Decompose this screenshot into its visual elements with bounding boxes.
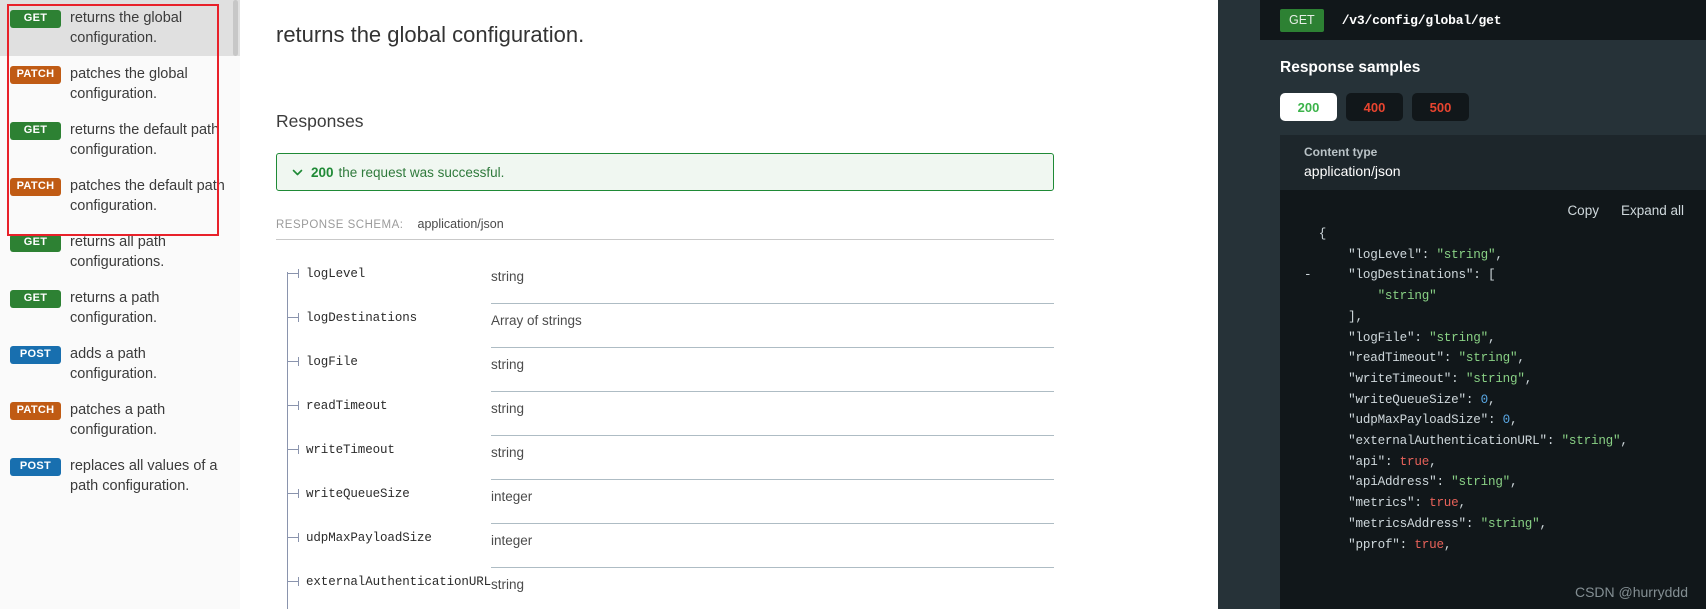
- main-content: returns the global configuration. Respon…: [240, 0, 1218, 609]
- sidebar-item-method-badge: POST: [10, 458, 61, 476]
- responses-heading: Responses: [276, 111, 364, 131]
- sidebar-item-method-badge: GET: [10, 122, 61, 140]
- response-schema-content-type[interactable]: application/json: [418, 217, 504, 231]
- response-sample-tab-200[interactable]: 200: [1280, 93, 1337, 121]
- code-actions: Copy Expand all: [1280, 190, 1706, 218]
- sidebar[interactable]: GET returns the global configuration. PATC…: [0, 0, 240, 609]
- sidebar-item-label: patches a path configuration.: [70, 402, 166, 438]
- schema-field-name: logDestinations: [276, 304, 491, 325]
- sidebar-item-label: returns the global configuration.: [70, 10, 183, 46]
- sidebar-item-label: patches the default path configuration.: [70, 178, 225, 214]
- page-title: returns the global configuration.: [276, 22, 585, 47]
- sidebar-item-label: patches the global configuration.: [70, 66, 188, 102]
- schema-field-name: readTimeout: [276, 392, 491, 413]
- api-docs-page: GET returns the global configuration. PATC…: [0, 0, 1706, 609]
- content-type-label: Content type: [1304, 145, 1378, 159]
- endpoint-url-bar: GET /v3/config/global/get: [1260, 0, 1706, 40]
- right-panel: GET /v3/config/global/get Response sampl…: [1218, 0, 1706, 609]
- sidebar-item-5[interactable]: GET returns a path configuration.: [0, 280, 240, 336]
- schema-field-type: string: [491, 260, 1054, 304]
- content-type-value[interactable]: application/json: [1304, 163, 1706, 179]
- schema-field-row: writeQueueSize integer: [276, 480, 1054, 524]
- schema-field-name: externalAuthenticationURL: [276, 568, 491, 589]
- response-sample-body: Content type application/json Copy Expan…: [1280, 135, 1706, 609]
- sidebar-item-7[interactable]: PATCH patches a path configuration.: [0, 392, 240, 448]
- schema-field-row: externalAuthenticationURL string: [276, 568, 1054, 609]
- json-sample-code[interactable]: { "logLevel": "string", - "logDestinatio…: [1280, 224, 1706, 555]
- sidebar-item-label: returns the default path configuration.: [70, 122, 220, 158]
- schema-field-type: string: [491, 568, 1054, 609]
- schema-field-type: string: [491, 348, 1054, 392]
- schema-field-type: string: [491, 392, 1054, 436]
- schema-field-row: logLevel string: [276, 260, 1054, 304]
- sidebar-item-method-badge: POST: [10, 346, 61, 364]
- watermark: CSDN @hurryddd: [1574, 584, 1688, 600]
- sidebar-item-3[interactable]: PATCH patches the default path configurat…: [0, 168, 240, 224]
- response-status-code: 200: [311, 164, 334, 180]
- response-samples-title: Response samples: [1280, 59, 1421, 76]
- endpoint-method-badge: GET: [1280, 8, 1324, 32]
- schema-field-row: logFile string: [276, 348, 1054, 392]
- sidebar-item-0[interactable]: GET returns the global configuration.: [0, 0, 240, 56]
- schema-field-name: logLevel: [276, 260, 491, 281]
- schema-field-type: string: [491, 436, 1054, 480]
- sidebar-item-method-badge: PATCH: [10, 402, 61, 420]
- sidebar-item-method-badge: PATCH: [10, 178, 61, 196]
- schema-field-tree: logLevel string logDestinations Array of st…: [276, 260, 1054, 609]
- sidebar-item-8[interactable]: POST replaces all values of a path config…: [0, 448, 240, 504]
- sidebar-item-2[interactable]: GET returns the default path configuratio…: [0, 112, 240, 168]
- schema-field-type: integer: [491, 480, 1054, 524]
- sidebar-scrollbar[interactable]: [233, 0, 238, 56]
- sidebar-item-1[interactable]: PATCH patches the global configuration.: [0, 56, 240, 112]
- sidebar-item-method-badge: GET: [10, 290, 61, 308]
- response-schema-header: RESPONSE SCHEMA: application/json: [276, 217, 1054, 240]
- schema-field-name: udpMaxPayloadSize: [276, 524, 491, 545]
- content-type-block: Content type application/json: [1280, 135, 1706, 190]
- response-sample-tab-400[interactable]: 400: [1346, 93, 1403, 121]
- expand-all-button[interactable]: Expand all: [1621, 203, 1684, 218]
- sidebar-item-method-badge: PATCH: [10, 66, 61, 84]
- schema-field-name: logFile: [276, 348, 491, 369]
- schema-field-row: logDestinations Array of strings: [276, 304, 1054, 348]
- schema-field-row: readTimeout string: [276, 392, 1054, 436]
- endpoint-path: /v3/config/global/get: [1341, 12, 1502, 28]
- chevron-down-icon: [291, 166, 304, 179]
- response-sample-tabs: 200 400 500: [1260, 77, 1706, 121]
- sidebar-item-label: returns a path configuration.: [70, 290, 160, 326]
- schema-field-row: udpMaxPayloadSize integer: [276, 524, 1054, 568]
- schema-field-name: writeQueueSize: [276, 480, 491, 501]
- copy-button[interactable]: Copy: [1567, 203, 1599, 218]
- sidebar-item-label: adds a path configuration.: [70, 346, 158, 382]
- schema-field-name: writeTimeout: [276, 436, 491, 457]
- sidebar-item-method-badge: GET: [10, 234, 61, 252]
- sidebar-item-6[interactable]: POST adds a path configuration.: [0, 336, 240, 392]
- response-status-description: the request was successful.: [338, 164, 505, 180]
- schema-field-type: integer: [491, 524, 1054, 568]
- sidebar-item-label: returns all path configurations.: [70, 234, 166, 270]
- sidebar-item-4[interactable]: GET returns all path configurations.: [0, 224, 240, 280]
- schema-field-type: Array of strings: [491, 304, 1054, 348]
- sidebar-item-method-badge: GET: [10, 10, 61, 28]
- response-sample-tab-500[interactable]: 500: [1412, 93, 1469, 121]
- sidebar-nav-list: GET returns the global configuration. PATC…: [0, 0, 240, 504]
- sidebar-item-label: replaces all values of a path configurat…: [70, 458, 218, 494]
- schema-field-row: writeTimeout string: [276, 436, 1054, 480]
- response-schema-label: RESPONSE SCHEMA:: [276, 219, 404, 231]
- response-200-accordion[interactable]: 200 the request was successful.: [276, 153, 1054, 191]
